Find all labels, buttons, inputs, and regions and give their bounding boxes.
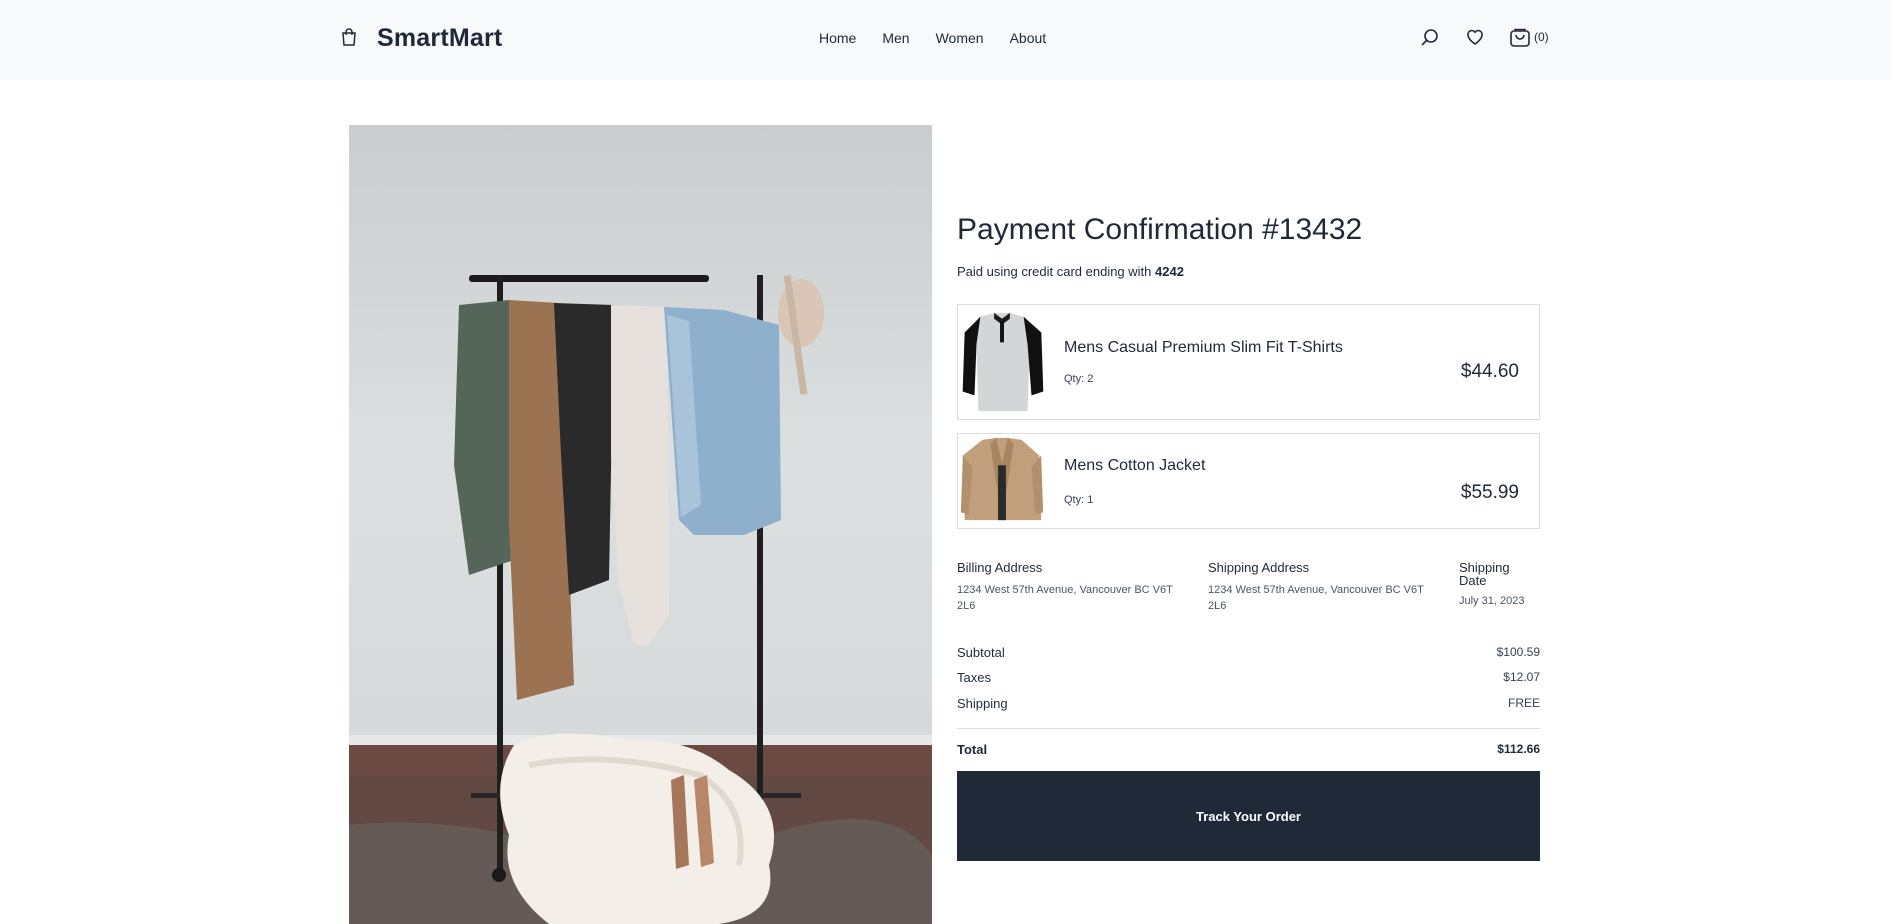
billing-address-label: Billing Address — [957, 560, 1043, 575]
taxes-value: $12.07 — [1503, 670, 1540, 684]
shipping-date: Shipping Date July 31, 2023 — [1459, 561, 1529, 609]
item-price: $44.60 — [1460, 361, 1519, 382]
cart-icon — [1510, 28, 1530, 47]
payment-method-text: Paid using credit card ending with 4242 — [957, 264, 1184, 279]
billing-address: Billing Address 1234 West 57th Avenue, V… — [957, 561, 1177, 614]
order-item: Mens Cotton Jacket Qty: 1 $55.99 — [957, 433, 1540, 529]
shipping-date-value: July 31, 2023 — [1459, 595, 1525, 607]
henley-tshirt-image — [958, 305, 1046, 419]
cart-count: (0) — [1534, 30, 1549, 44]
subtotal-label: Subtotal — [957, 645, 1005, 660]
heart-icon[interactable] — [1465, 27, 1485, 47]
site-header: SmartMart Home Men Women About (0) — [0, 0, 1891, 80]
order-item: Mens Casual Premium Slim Fit T-Shirts Qt… — [957, 304, 1540, 420]
item-qty: Qty: 2 — [1064, 373, 1094, 385]
page-title: Payment Confirmation #13432 — [957, 213, 1363, 246]
shipping-value: FREE — [1507, 696, 1540, 710]
shipping-address-label: Shipping Address — [1208, 560, 1310, 575]
nav-about[interactable]: About — [1010, 30, 1047, 46]
clothing-rack-photo — [349, 125, 932, 924]
item-price: $55.99 — [1460, 482, 1519, 503]
nav-women[interactable]: Women — [936, 30, 984, 46]
cotton-jacket-image — [958, 434, 1046, 528]
shipping-date-label: Shipping Date — [1459, 560, 1510, 588]
total-row: Total $112.66 — [957, 742, 1540, 757]
total-value: $112.66 — [1497, 742, 1540, 756]
taxes-label: Taxes — [957, 670, 991, 685]
shipping-address: Shipping Address 1234 West 57th Avenue, … — [1208, 561, 1428, 614]
shopping-bag-icon[interactable] — [341, 28, 357, 46]
shipping-address-value: 1234 West 57th Avenue, Vancouver BC V6T … — [1208, 584, 1424, 612]
subtotal-row: Subtotal $100.59 — [957, 645, 1540, 660]
nav-men[interactable]: Men — [882, 30, 909, 46]
main-nav: Home Men Women About — [819, 30, 1072, 46]
brand-logo[interactable]: SmartMart — [377, 24, 502, 53]
shipping-row: Shipping FREE — [957, 696, 1540, 711]
item-qty: Qty: 1 — [1064, 494, 1094, 506]
search-icon[interactable] — [1420, 27, 1440, 47]
summary-divider — [957, 728, 1540, 729]
payment-prefix: Paid using credit card ending with — [957, 264, 1156, 279]
item-name[interactable]: Mens Cotton Jacket — [1064, 457, 1205, 475]
card-last4: 4242 — [1155, 264, 1184, 279]
taxes-row: Taxes $12.07 — [957, 670, 1540, 685]
nav-home[interactable]: Home — [819, 30, 856, 46]
track-order-button[interactable]: Track Your Order — [957, 771, 1540, 861]
shipping-label: Shipping — [957, 696, 1008, 711]
total-label: Total — [957, 742, 988, 757]
subtotal-value: $100.59 — [1496, 645, 1540, 659]
billing-address-value: 1234 West 57th Avenue, Vancouver BC V6T … — [957, 584, 1173, 612]
item-name[interactable]: Mens Casual Premium Slim Fit T-Shirts — [1064, 339, 1343, 357]
cart-button[interactable]: (0) — [1509, 26, 1549, 48]
